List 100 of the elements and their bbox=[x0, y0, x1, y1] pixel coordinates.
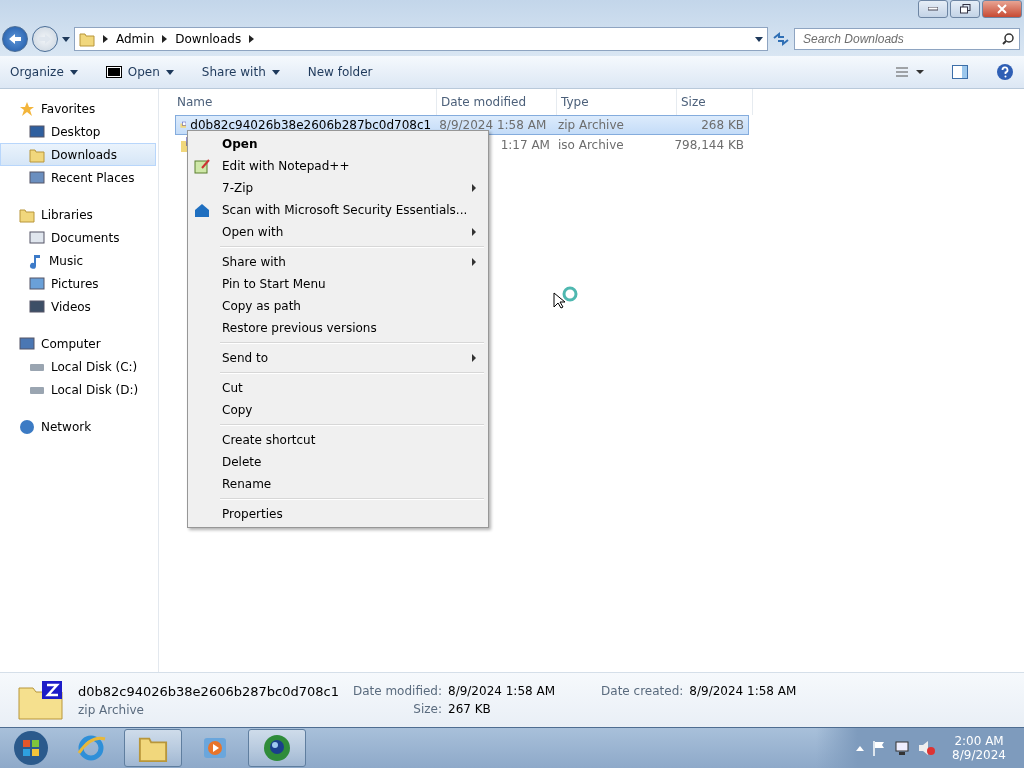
view-list-icon[interactable] bbox=[894, 66, 924, 78]
caret-icon bbox=[165, 69, 174, 75]
size-text: 268 KB bbox=[701, 118, 744, 132]
chevron-right-icon bbox=[249, 35, 255, 43]
forward-button[interactable] bbox=[32, 26, 58, 52]
taskbar-button[interactable] bbox=[248, 729, 306, 767]
menu-item[interactable]: Send to bbox=[190, 347, 486, 369]
taskbar-button[interactable] bbox=[124, 729, 182, 767]
caret-icon bbox=[755, 36, 763, 42]
restore-button[interactable] bbox=[950, 0, 980, 18]
folder-icon bbox=[29, 146, 45, 163]
menu-item[interactable]: Restore previous versions bbox=[190, 317, 486, 339]
address-bar[interactable]: Admin Downloads bbox=[74, 27, 768, 51]
minimize-icon bbox=[928, 7, 938, 11]
submenu-arrow-icon bbox=[472, 258, 476, 266]
sidebar-item[interactable]: Documents bbox=[0, 226, 156, 249]
menu-item[interactable]: Create shortcut bbox=[190, 429, 486, 451]
sidebar-item[interactable]: Local Disk (D:) bbox=[0, 378, 156, 401]
menu-item[interactable]: Copy bbox=[190, 399, 486, 421]
globe-icon bbox=[262, 733, 292, 763]
menu-item[interactable]: Delete bbox=[190, 451, 486, 473]
type-text: iso Archive bbox=[557, 138, 624, 152]
submenu-arrow-icon bbox=[472, 354, 476, 362]
arrow-left-icon bbox=[8, 33, 22, 45]
house-icon bbox=[194, 202, 210, 218]
film-icon bbox=[29, 299, 45, 314]
detail-label: Size: bbox=[412, 702, 442, 716]
menu-item[interactable]: Rename bbox=[190, 473, 486, 495]
notepad-icon bbox=[194, 158, 210, 174]
search-icon bbox=[1002, 33, 1014, 45]
sidebar-item[interactable]: Favorites bbox=[0, 97, 156, 120]
date-text: 1:17 AM bbox=[500, 138, 550, 152]
menu-item[interactable]: Cut bbox=[190, 377, 486, 399]
breadcrumb[interactable]: Admin bbox=[116, 32, 155, 46]
menu-item[interactable]: Share with bbox=[190, 251, 486, 273]
globe-icon bbox=[19, 418, 35, 435]
sidebar-item[interactable]: Network bbox=[0, 415, 156, 438]
caret-icon bbox=[69, 69, 78, 75]
sidebar-item[interactable]: Downloads bbox=[0, 143, 156, 166]
breadcrumb[interactable]: Downloads bbox=[175, 32, 242, 46]
detail-value: 267 KB bbox=[448, 702, 492, 716]
busy-cursor-icon bbox=[553, 285, 579, 309]
chevron-right-icon bbox=[103, 35, 108, 43]
sidebar-item[interactable]: Videos bbox=[0, 295, 156, 318]
folder-icon bbox=[79, 31, 95, 47]
menu-item[interactable]: Scan with Microsoft Security Essentials... bbox=[190, 199, 486, 221]
clock-time: 2:00 AM bbox=[954, 734, 1004, 748]
picture-icon bbox=[29, 276, 45, 291]
menu-item[interactable]: 7-Zip bbox=[190, 177, 486, 199]
preview-pane-icon[interactable] bbox=[952, 65, 968, 79]
file-type: zip Archive bbox=[78, 702, 145, 717]
chevron-right-icon bbox=[162, 35, 168, 43]
browser-icon bbox=[76, 733, 106, 763]
size-text: 798,144 KB bbox=[674, 138, 744, 152]
sidebar-item[interactable]: Music bbox=[0, 249, 156, 272]
sidebar-item[interactable]: Libraries bbox=[0, 203, 156, 226]
star-icon bbox=[19, 100, 35, 117]
sidebar-item[interactable]: Recent Places bbox=[0, 166, 156, 189]
clock-date: 8/9/2024 bbox=[952, 748, 1006, 762]
refresh-icon[interactable] bbox=[772, 31, 790, 47]
sidebar-item[interactable]: Pictures bbox=[0, 272, 156, 295]
submenu-arrow-icon bbox=[472, 184, 476, 192]
menu-item[interactable]: Pin to Start Menu bbox=[190, 273, 486, 295]
toolbar-button[interactable]: Share with bbox=[201, 65, 280, 79]
toolbar-button[interactable]: Open bbox=[105, 65, 174, 79]
sidebar-item[interactable]: Local Disk (C:) bbox=[0, 355, 156, 378]
windows-logo-icon bbox=[13, 730, 49, 766]
restore-icon bbox=[959, 4, 971, 14]
sidebar-item[interactable]: Desktop bbox=[0, 120, 156, 143]
monitor-icon bbox=[29, 124, 45, 139]
menu-item[interactable]: Open with bbox=[190, 221, 486, 243]
monitor-icon bbox=[19, 336, 35, 351]
toolbar-button[interactable]: New folder bbox=[307, 65, 373, 79]
menu-item[interactable]: Open bbox=[190, 133, 486, 155]
speaker-muted-icon[interactable] bbox=[918, 740, 937, 756]
search-field[interactable]: Search Downloads bbox=[794, 28, 1020, 50]
file-name: d0b82c94026b38e2606b287bc0d708c1 bbox=[78, 683, 339, 699]
sidebar-item[interactable]: Computer bbox=[0, 332, 156, 355]
folder-icon bbox=[19, 206, 35, 223]
detail-value: 8/9/2024 1:58 AM bbox=[689, 684, 797, 698]
detail-value: 8/9/2024 1:58 AM bbox=[448, 684, 556, 698]
file-name: d0b82c94026b38e2606b287bc0d708c1 bbox=[190, 118, 432, 132]
music-note-icon bbox=[29, 252, 43, 269]
menu-item[interactable]: Copy as path bbox=[190, 295, 486, 317]
back-button[interactable] bbox=[2, 26, 28, 52]
caret-icon bbox=[271, 69, 280, 75]
menu-item[interactable]: Properties bbox=[190, 503, 486, 525]
flag-icon[interactable] bbox=[872, 740, 887, 756]
archive-icon bbox=[105, 66, 122, 78]
caret-up-icon[interactable] bbox=[856, 745, 865, 751]
menu-item[interactable]: Edit with Notepad++ bbox=[190, 155, 486, 177]
toolbar-button[interactable]: Organize bbox=[10, 65, 78, 79]
network-icon[interactable] bbox=[894, 740, 911, 756]
detail-label: Date created: bbox=[601, 684, 684, 698]
document-icon bbox=[29, 230, 45, 245]
play-icon bbox=[202, 735, 228, 761]
help-icon[interactable] bbox=[996, 63, 1014, 81]
close-icon bbox=[997, 4, 1007, 14]
zip-file-icon bbox=[18, 680, 64, 720]
close-button[interactable] bbox=[982, 0, 1022, 18]
